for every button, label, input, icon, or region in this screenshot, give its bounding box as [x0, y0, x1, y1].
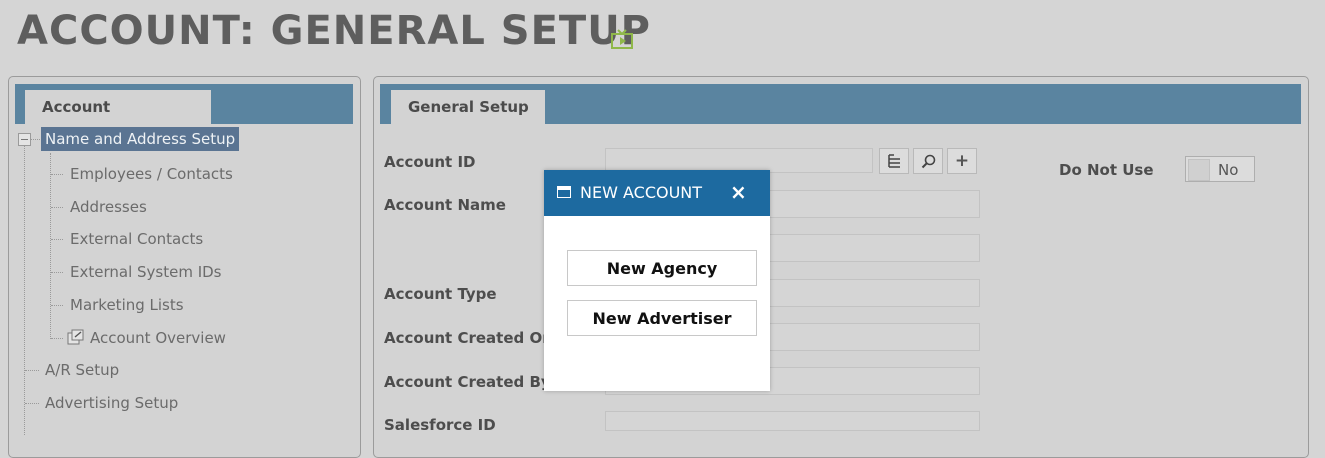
general-setup-panel: General Setup: [373, 76, 1309, 458]
toggle-value: No: [1218, 161, 1239, 179]
tree-node-employees-contacts[interactable]: Employees / Contacts: [70, 165, 233, 183]
search-icon: [921, 154, 935, 168]
tab-general-setup[interactable]: General Setup: [391, 90, 545, 124]
account-created-on-label: Account Created On: [384, 329, 553, 347]
tree-connector: [51, 239, 63, 240]
external-link-icon: [67, 329, 84, 345]
do-not-use-toggle[interactable]: No: [1185, 156, 1255, 182]
tree-lookup-button[interactable]: [879, 148, 909, 174]
close-icon[interactable]: ×: [730, 180, 747, 204]
salesforce-id-label: Salesforce ID: [384, 416, 496, 434]
dialog-title: NEW ACCOUNT: [580, 183, 703, 202]
left-tab-bar: Account Maintenance: [15, 84, 353, 150]
right-tab-bar: General Setup: [380, 84, 1301, 124]
tree-node-external-contacts[interactable]: External Contacts: [70, 230, 203, 248]
do-not-use-label: Do Not Use: [1059, 161, 1154, 179]
dialog-header: NEW ACCOUNT ×: [544, 170, 770, 216]
page-title: ACCOUNT: GENERAL SETUP: [17, 8, 651, 54]
tree-connector: [30, 139, 40, 140]
toggle-knob: [1188, 159, 1210, 181]
account-id-label: Account ID: [384, 153, 476, 171]
tree-connector: [25, 370, 39, 371]
plus-icon: +: [954, 151, 970, 171]
tree-node-name-address-setup[interactable]: Name and Address Setup: [41, 127, 240, 151]
tree-connector: [51, 338, 63, 339]
tree-connector: [50, 153, 51, 339]
salesforce-id-input[interactable]: [605, 411, 980, 431]
tree-node-external-system-ids[interactable]: External System IDs: [70, 263, 222, 281]
tree-connector: [51, 174, 63, 175]
account-name-label: Account Name: [384, 196, 506, 214]
new-agency-button[interactable]: New Agency: [567, 250, 757, 286]
account-type-label: Account Type: [384, 285, 497, 303]
tab-account-maintenance[interactable]: Account Maintenance: [25, 90, 211, 150]
tree-node-ar-setup[interactable]: A/R Setup: [45, 361, 119, 379]
tree-connector: [24, 145, 25, 435]
tree-connector: [51, 272, 63, 273]
add-button[interactable]: +: [947, 148, 977, 174]
tree-connector: [51, 305, 63, 306]
tree-node-addresses[interactable]: Addresses: [70, 198, 147, 216]
window-icon: [557, 186, 571, 198]
tree-connector: [25, 403, 39, 404]
tree-connector: [51, 207, 63, 208]
tree-node-advertising-setup[interactable]: Advertising Setup: [45, 394, 178, 412]
tree-node-marketing-lists[interactable]: Marketing Lists: [70, 296, 184, 314]
hierarchy-icon: [888, 154, 900, 168]
new-advertiser-button[interactable]: New Advertiser: [567, 300, 757, 336]
video-help-icon[interactable]: [611, 29, 633, 49]
search-button[interactable]: [913, 148, 943, 174]
new-account-dialog: NEW ACCOUNT × New Agency New Advertiser: [544, 170, 770, 391]
tree-node-account-overview[interactable]: Account Overview: [90, 329, 226, 347]
account-created-by-label: Account Created By: [384, 373, 551, 391]
